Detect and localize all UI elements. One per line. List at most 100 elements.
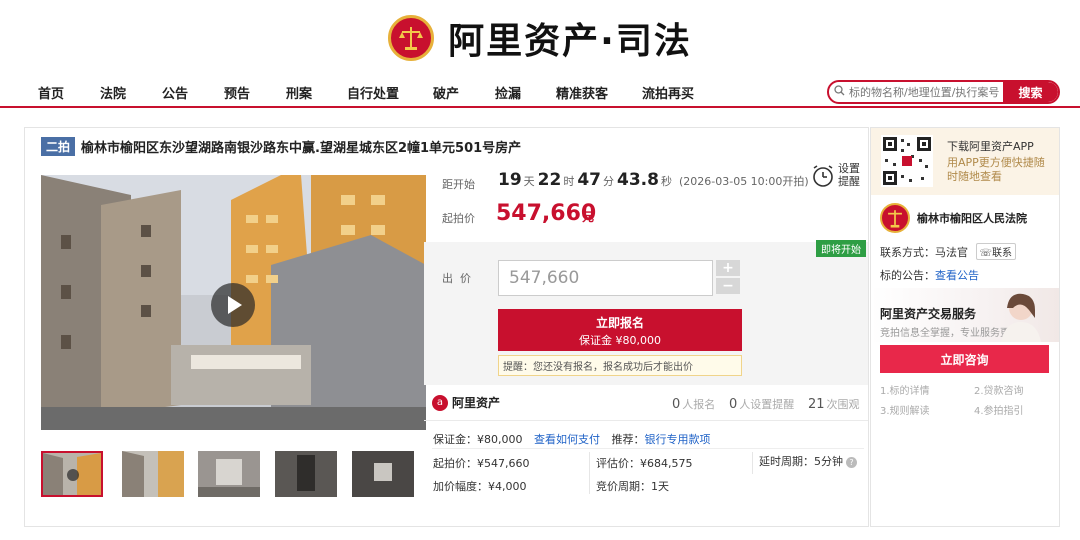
help-link-details[interactable]: 1.标的详情 <box>880 382 930 397</box>
minutes-unit: 分 <box>603 175 615 188</box>
how-to-pay-link[interactable]: 查看如何支付 <box>534 433 600 446</box>
view-count-label: 次围观 <box>826 398 860 411</box>
nav-item-criminal[interactable]: 刑案 <box>286 83 312 102</box>
deposit-row-value: ¥80,000 <box>477 433 523 446</box>
nav-item-notices[interactable]: 公告 <box>162 83 188 102</box>
start-price-label: 起拍价 <box>442 212 475 225</box>
play-video-button[interactable] <box>211 283 255 327</box>
listing-title: 榆林市榆阳区东沙望湖路南银沙路东中赢.望湖星城东区2幢1单元501号房产 <box>81 140 522 156</box>
ali-assets-logo: a 阿里资产 <box>432 394 500 411</box>
view-count-value: 21 <box>808 397 825 412</box>
bank-funds-link[interactable]: 银行专用款项 <box>645 433 711 446</box>
remind-count-value: 0 <box>729 397 738 412</box>
bid-amount-input[interactable] <box>498 260 713 296</box>
signup-label: 立即报名 <box>595 316 644 330</box>
court-logo-icon <box>880 203 910 233</box>
consult-button[interactable]: 立即咨询 <box>880 345 1049 373</box>
nav-item-bargain[interactable]: 捡漏 <box>495 83 521 102</box>
start-price-unit: 元 <box>582 210 595 224</box>
thumbnail-1[interactable] <box>41 451 103 497</box>
thumbnail-2[interactable] <box>122 451 184 497</box>
alarm-clock-icon[interactable] <box>811 164 835 188</box>
contact-button-label: 联系 <box>992 248 1013 259</box>
column-divider <box>752 452 753 474</box>
thumbnail-3[interactable] <box>198 451 260 497</box>
ali-brand-text: 阿里资产 <box>452 396 501 410</box>
bid-label: 出 价 <box>442 272 471 285</box>
status-badge: 即将开始 <box>816 240 866 257</box>
app-download-subtitle: 用APP更方便快捷随时随地查看 <box>947 156 1045 183</box>
recommend-label: 推荐： <box>611 433 645 446</box>
logo-text: 阿里资产·司法 <box>448 21 692 62</box>
notice-label: 标的公告： <box>880 269 935 282</box>
help-link-rules[interactable]: 3.规则解读 <box>880 402 930 417</box>
phone-icon: ☏ <box>979 248 993 259</box>
hours-unit: 时 <box>563 175 575 188</box>
delay-period-text: 延时周期：5分钟 <box>759 455 843 468</box>
set-reminder-link[interactable]: 设置提醒 <box>838 162 868 188</box>
court-name[interactable]: 榆林市榆阳区人民法院 <box>917 210 1027 226</box>
nav-item-home[interactable]: 首页 <box>38 83 64 102</box>
thumbnail-4[interactable] <box>275 451 337 497</box>
stats-row: a 阿里资产 0 人报名 0 人设置提醒 21 次围观 <box>432 392 870 416</box>
countdown-seconds: 43.8 <box>617 170 659 190</box>
countdown-days: 19 <box>498 170 522 190</box>
days-unit: 天 <box>523 175 535 188</box>
help-icon[interactable]: ? <box>846 457 857 468</box>
nav-item-preview[interactable]: 预告 <box>224 83 250 102</box>
court-emblem-icon <box>388 15 435 61</box>
property-photo[interactable] <box>41 175 426 430</box>
sidebar: 下载阿里资产APP 用APP更方便快捷随时随地查看 榆林市榆阳区人民法院 联系方… <box>870 127 1060 527</box>
nav-item-bankruptcy[interactable]: 破产 <box>433 83 459 102</box>
row-divider <box>432 448 864 449</box>
delay-period: 延时周期：5分钟? <box>759 453 857 469</box>
increase-bid-button[interactable]: + <box>716 260 740 276</box>
remind-count: 0 人设置提醒 <box>729 396 794 412</box>
countdown-minutes: 47 <box>577 170 602 190</box>
app-download-box[interactable]: 下载阿里资产APP 用APP更方便快捷随时随地查看 <box>871 128 1059 195</box>
contact-label: 联系方式：马法官 <box>880 246 968 259</box>
increment-detail: 加价幅度：¥4,000 <box>433 480 527 493</box>
nav-item-courts[interactable]: 法院 <box>100 83 126 102</box>
title-row: 二拍 榆林市榆阳区东沙望湖路南银沙路东中赢.望湖星城东区2幢1单元501号房产 <box>41 136 522 156</box>
divider <box>424 420 868 421</box>
search-button[interactable]: 搜索 <box>1003 82 1058 102</box>
view-notice-link[interactable]: 查看公告 <box>935 269 979 282</box>
ali-logo-icon: a <box>432 394 448 411</box>
service-agent-avatar <box>991 288 1047 342</box>
auction-period: 竞价周期：1天 <box>596 480 669 493</box>
search-bar: 搜索 <box>827 80 1060 104</box>
signup-reminder: 提醒：您还没有报名，报名成功后才能出价 <box>498 355 742 376</box>
site-logo[interactable]: 阿里资产·司法 <box>0 8 1080 68</box>
help-link-guide[interactable]: 4.参拍指引 <box>974 402 1024 417</box>
signup-button[interactable]: 立即报名 保证金 ¥80,000 <box>498 309 742 351</box>
nav-item-self-disposal[interactable]: 自行处置 <box>347 83 399 102</box>
countdown-hours: 22 <box>537 170 562 190</box>
qr-code-icon <box>881 135 933 187</box>
decrease-bid-button[interactable]: − <box>716 278 740 294</box>
signup-count-label: 人报名 <box>682 398 716 411</box>
contact-row: 联系方式：马法官 ☏联系 <box>880 243 1017 260</box>
thumbnail-5[interactable] <box>352 451 414 497</box>
deposit-row-label: 保证金： <box>433 433 477 446</box>
app-download-title: 下载阿里资产APP <box>947 140 1034 153</box>
signup-count: 0 人报名 <box>672 396 715 412</box>
column-divider <box>589 452 590 494</box>
start-price-detail: 起拍价：¥547,660 <box>433 457 530 470</box>
appraisal-price: 评估价：¥684,575 <box>596 457 693 470</box>
service-title: 阿里资产交易服务 <box>880 307 977 321</box>
round-tag: 二拍 <box>41 136 76 156</box>
notice-row: 标的公告：查看公告 <box>880 267 979 283</box>
view-count: 21 次围观 <box>808 396 860 412</box>
countdown-timer: 19 天 22 时 47 分 43.8 秒 (2026-03-05 10:00开拍) <box>498 170 809 190</box>
seconds-unit: 秒 <box>660 175 672 188</box>
start-time-note: (2026-03-05 10:00开拍) <box>678 175 809 188</box>
search-icon <box>829 85 849 99</box>
nav-item-rebuy[interactable]: 流拍再买 <box>642 83 694 102</box>
deposit-row: 保证金：¥80,000 查看如何支付 推荐：银行专用款项 <box>433 431 711 447</box>
signup-count-value: 0 <box>672 397 681 412</box>
help-link-loan[interactable]: 2.贷款咨询 <box>974 382 1024 397</box>
nav-item-leads[interactable]: 精准获客 <box>556 83 608 102</box>
search-input[interactable] <box>849 82 1001 102</box>
contact-button[interactable]: ☏联系 <box>975 243 1017 260</box>
